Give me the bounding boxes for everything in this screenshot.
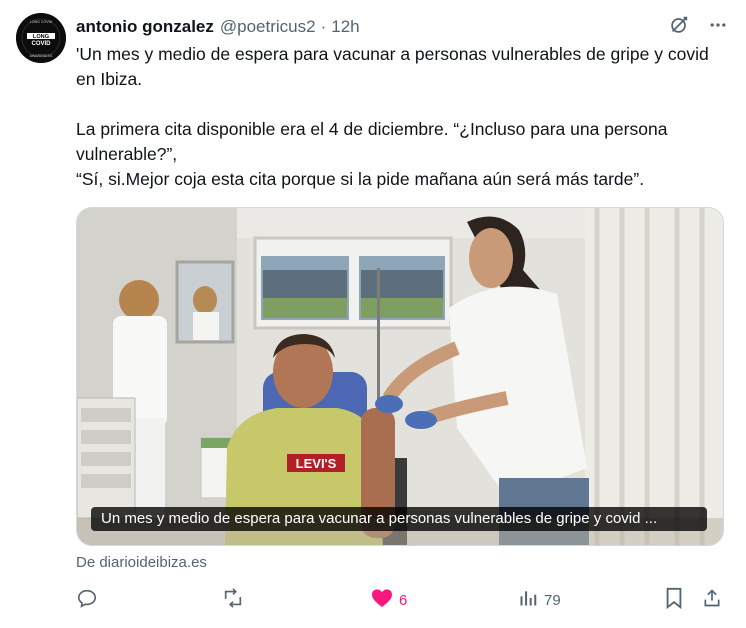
svg-text:LONG COVID: LONG COVID (30, 20, 53, 24)
author-handle[interactable]: @poetricus2 (220, 17, 316, 37)
long-covid-logo: LONG COVID LONG COVID AWARENESS (16, 13, 66, 63)
like-button[interactable]: 6 (371, 586, 407, 614)
header-actions (668, 14, 728, 36)
tweet-text: 'Un mes y medio de espera para vacunar a… (76, 42, 716, 192)
image-caption: Un mes y medio de espera para vacunar a … (91, 507, 707, 531)
link-source[interactable]: De diarioideibiza.es (76, 554, 207, 571)
link-card-image[interactable]: LEVI'S Un mes y medio de espera para vac… (76, 207, 724, 546)
tweet-action-bar: 6 79 (76, 586, 724, 614)
views-icon (518, 588, 538, 612)
reply-button[interactable] (76, 586, 104, 614)
shirt-brand: LEVI'S (296, 456, 337, 471)
repost-icon (221, 587, 245, 613)
views-count: 79 (544, 591, 561, 609)
svg-text:AWARENESS: AWARENESS (30, 54, 53, 58)
more-icon[interactable] (708, 15, 728, 35)
svg-text:LONG: LONG (33, 34, 49, 40)
share-icon (702, 587, 722, 613)
vaccination-photo: LEVI'S (77, 208, 723, 545)
views-button[interactable]: 79 (518, 586, 561, 614)
heart-icon (371, 588, 393, 612)
grok-icon[interactable] (668, 14, 690, 36)
avatar[interactable]: LONG COVID LONG COVID AWARENESS (16, 13, 66, 63)
bookmark-button[interactable] (664, 586, 684, 614)
tweet-header: antonio gonzalez @poetricus2 · 12h (76, 16, 360, 38)
svg-text:COVID: COVID (31, 41, 51, 47)
tweet: LONG COVID LONG COVID AWARENESS antonio … (0, 0, 746, 628)
share-button[interactable] (702, 586, 722, 614)
repost-button[interactable] (221, 586, 251, 614)
like-count: 6 (399, 591, 408, 609)
author-name[interactable]: antonio gonzalez (76, 17, 214, 37)
separator-dot: · (320, 17, 327, 36)
tweet-paragraph-1: 'Un mes y medio de espera para vacunar a… (76, 44, 709, 89)
tweet-paragraph-3: “Sí, si.Mejor coja esta cita porque si l… (76, 169, 645, 189)
reply-icon (76, 587, 98, 613)
bookmark-icon (664, 587, 684, 613)
tweet-paragraph-2: La primera cita disponible era el 4 de d… (76, 119, 668, 164)
tweet-time[interactable]: 12h (331, 17, 359, 37)
